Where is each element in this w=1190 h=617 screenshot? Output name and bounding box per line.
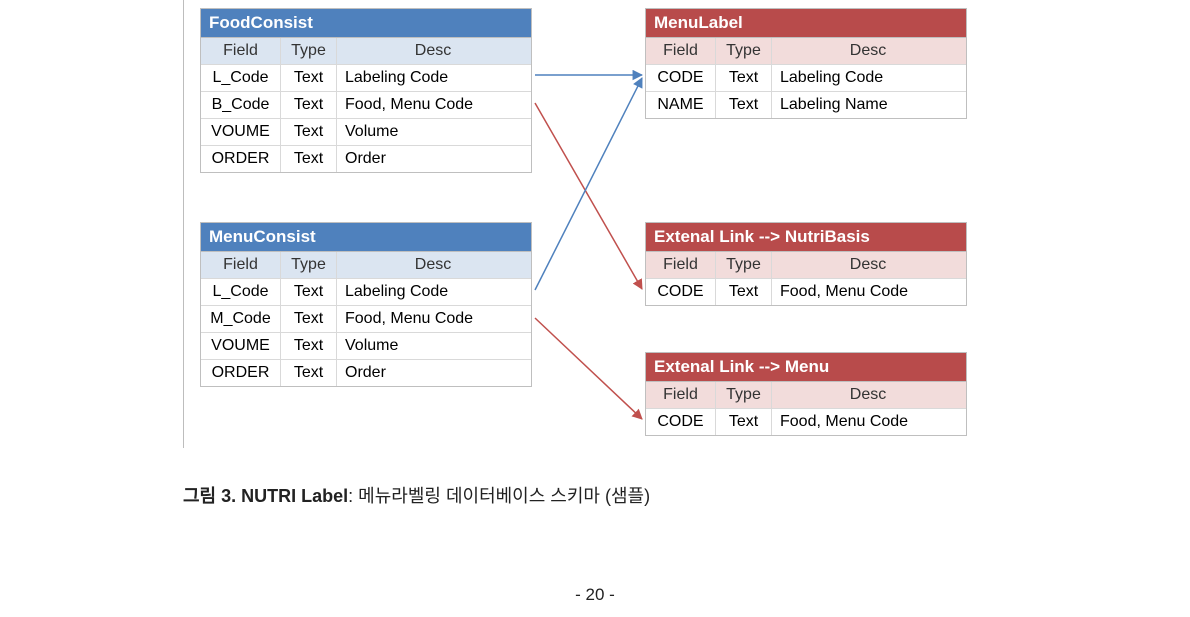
cell-desc: Labeling Code <box>337 65 527 91</box>
table-row: CODE Text Labeling Code <box>646 65 966 92</box>
cell-type: Text <box>281 92 337 118</box>
arrow-foodconsist-bcode-to-nutribasis-code <box>535 103 642 289</box>
col-header-desc: Desc <box>337 252 527 278</box>
schema-extlink-menu: Extenal Link --> Menu Field Type Desc CO… <box>645 352 967 436</box>
schema-header-row: Field Type Desc <box>201 252 531 279</box>
cell-desc: Labeling Code <box>772 65 962 91</box>
cell-field: NAME <box>646 92 716 118</box>
cell-type: Text <box>281 279 337 305</box>
schema-menuconsist: MenuConsist Field Type Desc L_Code Text … <box>200 222 532 387</box>
table-row: B_Code Text Food, Menu Code <box>201 92 531 119</box>
schema-extlink-nutribasis: Extenal Link --> NutriBasis Field Type D… <box>645 222 967 306</box>
table-row: M_Code Text Food, Menu Code <box>201 306 531 333</box>
page-number: - 20 - <box>0 585 1190 605</box>
cell-type: Text <box>281 360 337 386</box>
cell-field: ORDER <box>201 146 281 172</box>
cell-type: Text <box>716 279 772 305</box>
col-header-field: Field <box>201 38 281 64</box>
cell-type: Text <box>281 146 337 172</box>
schema-header-row: Field Type Desc <box>646 252 966 279</box>
col-header-field: Field <box>646 382 716 408</box>
cell-type: Text <box>716 92 772 118</box>
schema-menulabel: MenuLabel Field Type Desc CODE Text Labe… <box>645 8 967 119</box>
relationship-arrows <box>0 0 1190 617</box>
table-row: VOUME Text Volume <box>201 333 531 360</box>
table-row: VOUME Text Volume <box>201 119 531 146</box>
schema-header-row: Field Type Desc <box>646 382 966 409</box>
cell-desc: Labeling Name <box>772 92 962 118</box>
table-row: CODE Text Food, Menu Code <box>646 409 966 435</box>
cell-field: CODE <box>646 65 716 91</box>
col-header-type: Type <box>281 38 337 64</box>
cell-field: B_Code <box>201 92 281 118</box>
cell-desc: Labeling Code <box>337 279 527 305</box>
cell-desc: Food, Menu Code <box>337 306 527 332</box>
table-row: CODE Text Food, Menu Code <box>646 279 966 305</box>
table-row: ORDER Text Order <box>201 146 531 172</box>
cell-desc: Food, Menu Code <box>772 279 962 305</box>
cell-desc: Volume <box>337 333 527 359</box>
figure-caption-rest: : 메뉴라벨링 데이터베이스 스키마 (샘플) <box>348 486 650 506</box>
col-header-field: Field <box>646 252 716 278</box>
schema-title: MenuConsist <box>201 223 531 252</box>
cell-desc: Order <box>337 360 527 386</box>
cell-desc: Food, Menu Code <box>772 409 962 435</box>
col-header-field: Field <box>201 252 281 278</box>
cell-field: CODE <box>646 409 716 435</box>
arrow-menuconsist-lcode-to-menulabel-code <box>535 78 642 290</box>
schema-title: FoodConsist <box>201 9 531 38</box>
col-header-desc: Desc <box>772 38 962 64</box>
cell-field: CODE <box>646 279 716 305</box>
schema-title: Extenal Link --> NutriBasis <box>646 223 966 252</box>
cell-field: L_Code <box>201 65 281 91</box>
cell-type: Text <box>281 333 337 359</box>
cell-desc: Order <box>337 146 527 172</box>
schema-foodconsist: FoodConsist Field Type Desc L_Code Text … <box>200 8 532 173</box>
left-margin-line <box>183 0 184 448</box>
cell-field: VOUME <box>201 119 281 145</box>
col-header-type: Type <box>281 252 337 278</box>
schema-title: Extenal Link --> Menu <box>646 353 966 382</box>
cell-type: Text <box>281 65 337 91</box>
cell-desc: Volume <box>337 119 527 145</box>
figure-caption: 그림 3. NUTRI Label: 메뉴라벨링 데이터베이스 스키마 (샘플) <box>183 482 1003 508</box>
cell-type: Text <box>281 119 337 145</box>
table-row: ORDER Text Order <box>201 360 531 386</box>
cell-type: Text <box>281 306 337 332</box>
schema-title: MenuLabel <box>646 9 966 38</box>
schema-header-row: Field Type Desc <box>201 38 531 65</box>
cell-field: VOUME <box>201 333 281 359</box>
schema-header-row: Field Type Desc <box>646 38 966 65</box>
cell-type: Text <box>716 65 772 91</box>
col-header-type: Type <box>716 38 772 64</box>
table-row: NAME Text Labeling Name <box>646 92 966 118</box>
cell-desc: Food, Menu Code <box>337 92 527 118</box>
col-header-type: Type <box>716 382 772 408</box>
col-header-desc: Desc <box>772 382 962 408</box>
cell-field: L_Code <box>201 279 281 305</box>
col-header-desc: Desc <box>337 38 527 64</box>
table-row: L_Code Text Labeling Code <box>201 279 531 306</box>
arrow-menuconsist-mcode-to-menu-code <box>535 318 642 419</box>
col-header-type: Type <box>716 252 772 278</box>
table-row: L_Code Text Labeling Code <box>201 65 531 92</box>
cell-type: Text <box>716 409 772 435</box>
col-header-field: Field <box>646 38 716 64</box>
cell-field: ORDER <box>201 360 281 386</box>
cell-field: M_Code <box>201 306 281 332</box>
figure-caption-prefix: 그림 3. NUTRI Label <box>183 486 348 506</box>
col-header-desc: Desc <box>772 252 962 278</box>
